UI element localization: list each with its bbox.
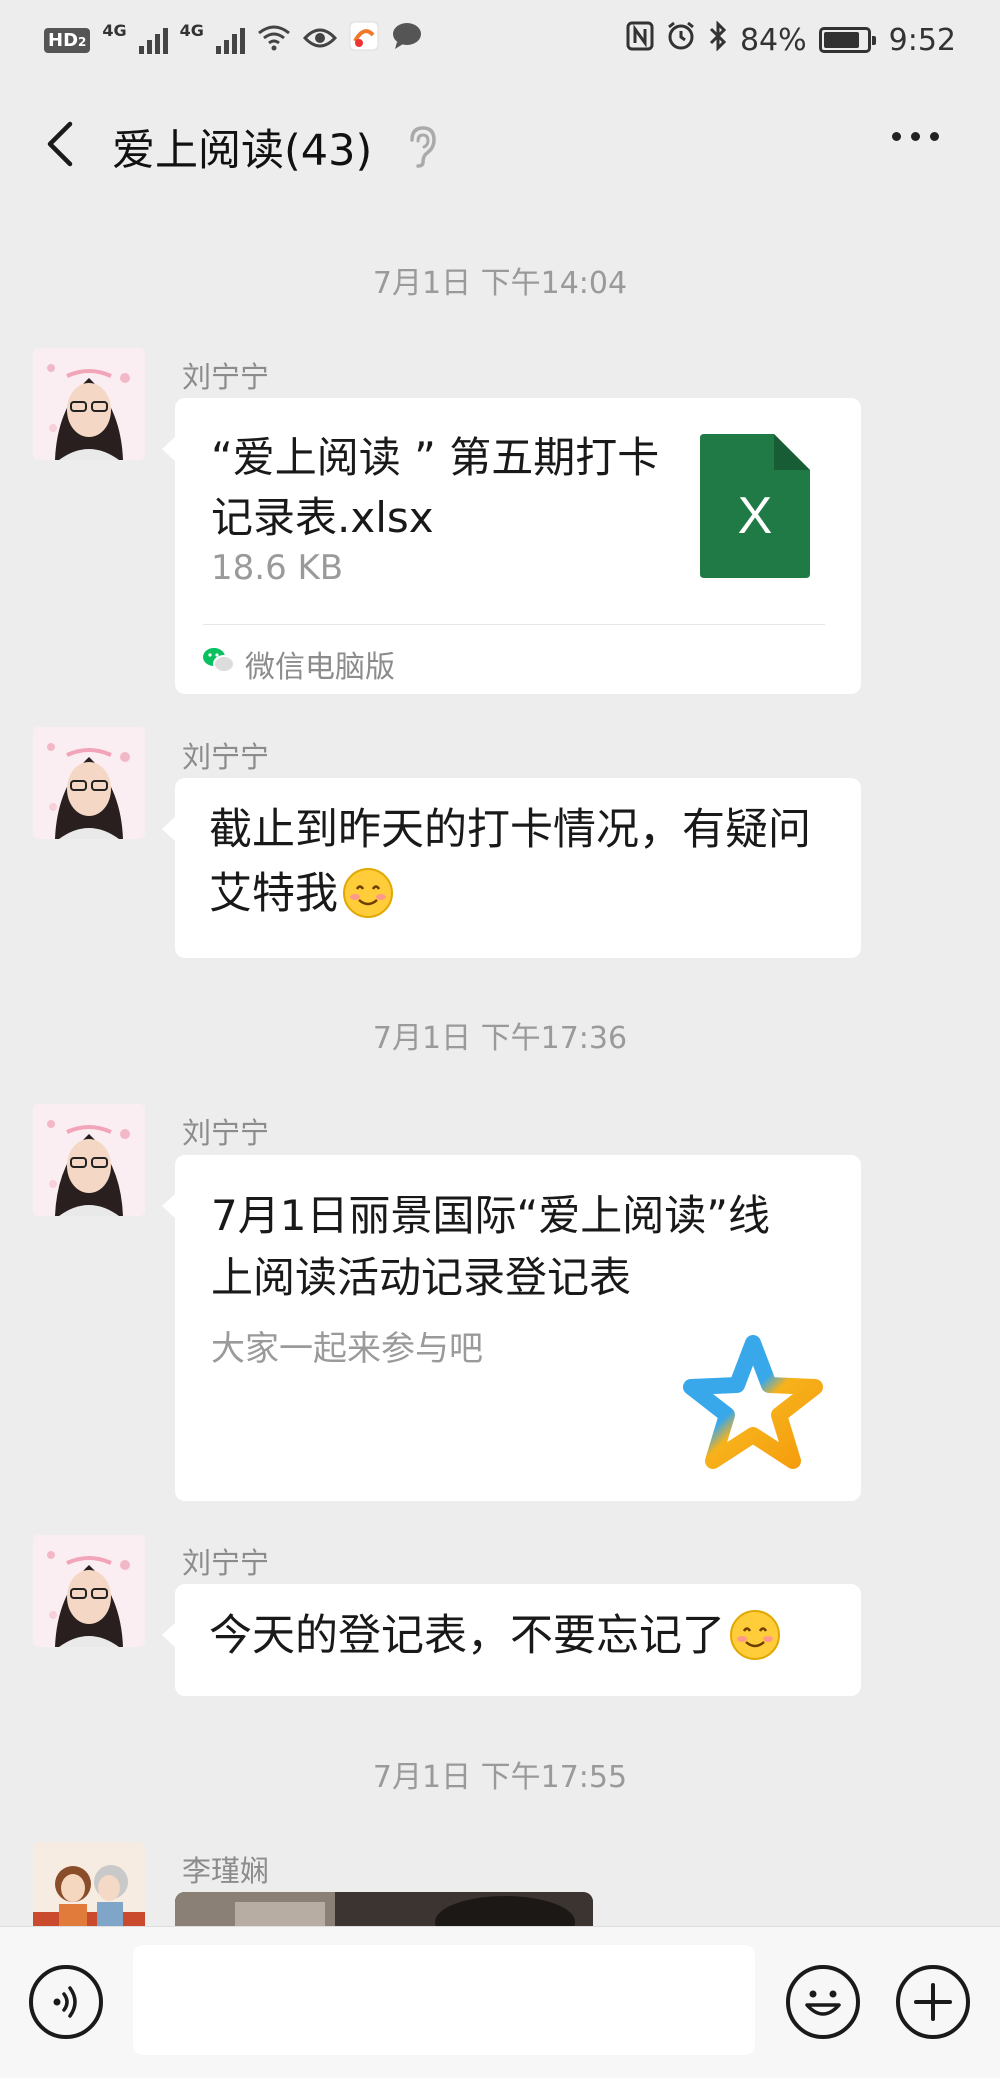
bluetooth-icon [708, 20, 728, 59]
excel-file-icon: X [700, 434, 810, 578]
battery-percent: 84% [739, 22, 807, 58]
text-message[interactable]: 截止到昨天的打卡情况，有疑问艾特我 [162, 778, 861, 958]
timestamp: 7月1日 下午17:55 [372, 1760, 628, 1795]
image-message[interactable] [175, 1892, 593, 1926]
network-type-2: 4G [179, 21, 204, 40]
back-arrow-icon[interactable] [36, 118, 88, 170]
avatar[interactable] [33, 727, 145, 839]
emoji-picker-icon[interactable] [786, 1965, 860, 2039]
message-input[interactable] [133, 1945, 755, 2055]
signal-icon-2 [215, 26, 245, 54]
network-type-1: 4G [102, 21, 127, 40]
file-name: “爱上阅读 ” 第五期打卡记录表.xlsx [211, 433, 660, 542]
hd-indicator: HD2 [44, 27, 91, 53]
divider [203, 624, 825, 625]
excel-file-letter: X [737, 487, 773, 545]
wifi-icon [257, 23, 291, 57]
clock: 9:52 [888, 22, 956, 58]
timestamp: 7月1日 下午17:36 [372, 1021, 628, 1056]
link-card-message[interactable]: 7月1日丽景国际“爱上阅读”线上阅读活动记录登记表 大家一起来参与吧 [162, 1155, 861, 1501]
file-size: 18.6 KB [211, 548, 344, 588]
message-text: 今天的登记表，不要忘记了 [209, 1611, 725, 1661]
app-notification-icon [349, 21, 379, 59]
more-options-icon[interactable] [892, 132, 939, 141]
more-functions-plus-icon[interactable] [896, 1965, 970, 2039]
timestamp: 7月1日 下午14:04 [372, 266, 628, 301]
smile-emoji-icon [342, 867, 394, 919]
sender-name: 刘宁宁 [182, 740, 270, 774]
smile-emoji-icon [729, 1609, 781, 1661]
sender-name: 刘宁宁 [182, 360, 270, 394]
avatar[interactable] [33, 348, 145, 460]
voice-input-icon[interactable] [29, 1965, 103, 2039]
sender-name: 李瑾娴 [182, 1854, 270, 1888]
message-source: 微信电脑版 [201, 642, 395, 686]
wechat-icon [201, 646, 235, 682]
link-description: 大家一起来参与吧 [211, 1329, 483, 1369]
message-text: 截止到昨天的打卡情况，有疑问艾特我 [209, 805, 811, 919]
avatar[interactable] [33, 1104, 145, 1216]
message-icon [391, 22, 423, 58]
chat-title: 爱上阅读(43) [112, 126, 373, 176]
sender-name: 刘宁宁 [182, 1116, 270, 1150]
star-icon [683, 1335, 823, 1475]
source-label: 微信电脑版 [245, 650, 395, 685]
file-message[interactable]: “爱上阅读 ” 第五期打卡记录表.xlsx 18.6 KB X 微信电脑版 [162, 398, 861, 694]
eye-icon [302, 23, 337, 58]
earpiece-mode-icon [402, 124, 442, 168]
sender-name: 刘宁宁 [182, 1546, 270, 1580]
status-bar: HD2 4G 4G 84% 9:52 [0, 0, 1000, 80]
avatar[interactable] [33, 1535, 145, 1647]
input-toolbar [0, 1926, 1000, 2078]
signal-icon [138, 26, 168, 54]
nfc-icon [626, 21, 654, 59]
text-message[interactable]: 今天的登记表，不要忘记了 [162, 1584, 861, 1696]
link-title: 7月1日丽景国际“爱上阅读”线上阅读活动记录登记表 [211, 1191, 770, 1302]
alarm-icon [666, 21, 696, 59]
chat-header: 爱上阅读(43) [0, 80, 1000, 210]
battery-icon [818, 27, 876, 53]
